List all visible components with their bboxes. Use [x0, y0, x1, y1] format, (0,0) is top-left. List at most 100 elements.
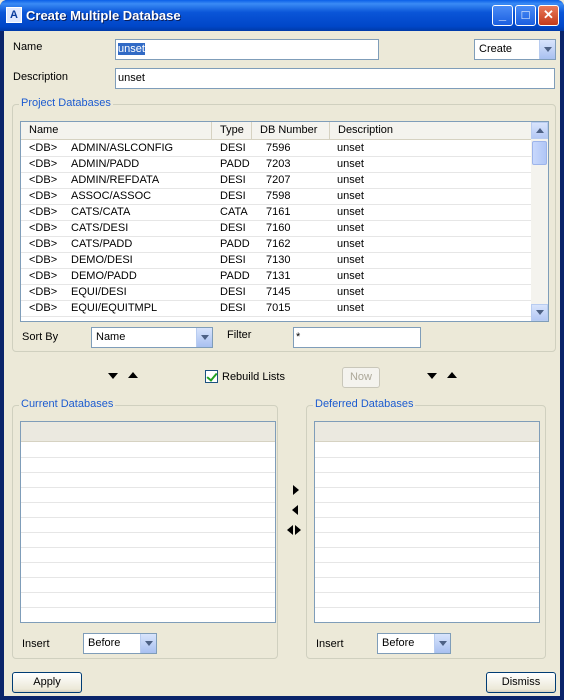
- minimize-button[interactable]: _: [492, 5, 513, 26]
- cell-name: DEMO/PADD: [71, 270, 137, 282]
- list-row: [315, 593, 539, 608]
- table-row[interactable]: <DB> CATS/DESI DESI 7160 unset: [21, 221, 532, 237]
- list-row: [21, 473, 275, 488]
- dialog-body: Name unset Create Description unset Proj…: [4, 31, 560, 696]
- project-databases-table[interactable]: Name Type DB Number Description <DB> ADMI…: [20, 121, 549, 322]
- cell-description: unset: [337, 158, 364, 170]
- cell-db-number: 7207: [266, 174, 291, 186]
- chevron-down-icon[interactable]: [140, 634, 156, 653]
- cell-name: CATS/PADD: [71, 238, 133, 250]
- deferred-databases-list[interactable]: [314, 421, 540, 623]
- current-databases-list[interactable]: [20, 421, 276, 623]
- project-databases-group: Project Databases Name Type DB Number De…: [12, 97, 556, 352]
- current-databases-group: Current Databases Insert Before: [12, 398, 278, 659]
- table-row[interactable]: <DB> EQUI/DESI DESI 7145 unset: [21, 285, 532, 301]
- move-down-icon[interactable]: [427, 373, 437, 379]
- cell-db-number: 7015: [266, 302, 291, 314]
- cell-db-number: 7145: [266, 286, 291, 298]
- cell-type: CATA: [220, 206, 248, 218]
- swap-left-icon[interactable]: [287, 525, 293, 535]
- name-field[interactable]: unset: [115, 39, 379, 60]
- dismiss-button[interactable]: Dismiss: [486, 672, 556, 693]
- table-row[interactable]: <DB> ADMIN/PADD PADD 7203 unset: [21, 157, 532, 173]
- scroll-up-button[interactable]: [531, 122, 548, 139]
- table-row[interactable]: <DB> CATS/CATA CATA 7161 unset: [21, 205, 532, 221]
- deferred-databases-title: Deferred Databases: [313, 398, 416, 410]
- cell-description: unset: [337, 142, 364, 154]
- list-row: [21, 608, 275, 622]
- deferred-insert-label: Insert: [316, 638, 344, 650]
- mode-value: Create: [479, 43, 513, 55]
- list-row: [21, 578, 275, 593]
- cell-name: DEMO/DESI: [71, 254, 133, 266]
- current-insert-value: Before: [88, 637, 121, 649]
- list-row: [315, 563, 539, 578]
- deferred-insert-select[interactable]: Before: [377, 633, 451, 654]
- list-row: [21, 458, 275, 473]
- column-header-db-number[interactable]: DB Number: [252, 122, 330, 139]
- cell-type: DESI: [220, 302, 246, 314]
- title-bar[interactable]: A Create Multiple Database _ □ ✕: [0, 0, 564, 31]
- sort-by-value: Name: [96, 331, 126, 343]
- cell-name: ADMIN/REFDATA: [71, 174, 160, 186]
- column-header-description[interactable]: Description: [330, 122, 532, 139]
- column-header-name[interactable]: Name: [21, 122, 212, 139]
- list-row: [315, 488, 539, 503]
- chevron-down-icon[interactable]: [434, 634, 450, 653]
- deferred-insert-value: Before: [382, 637, 415, 649]
- description-label: Description: [13, 71, 69, 83]
- now-button[interactable]: Now: [342, 367, 380, 388]
- move-up-icon[interactable]: [128, 372, 138, 378]
- list-row: [21, 443, 275, 458]
- description-field[interactable]: unset: [115, 68, 555, 89]
- move-up-icon[interactable]: [447, 372, 457, 378]
- list-row: [21, 503, 275, 518]
- cell-name: CATS/DESI: [71, 222, 129, 234]
- table-row[interactable]: <DB> ASSOC/ASSOC DESI 7598 unset: [21, 189, 532, 205]
- maximize-button[interactable]: □: [515, 5, 536, 26]
- cell-prefix: <DB>: [29, 206, 58, 218]
- move-to-deferred-icon[interactable]: [293, 485, 299, 495]
- table-row[interactable]: <DB> DEMO/DESI DESI 7130 unset: [21, 253, 532, 269]
- cell-type: PADD: [220, 238, 250, 250]
- list-row: [21, 548, 275, 563]
- swap-right-icon[interactable]: [295, 525, 301, 535]
- scroll-down-button[interactable]: [531, 304, 548, 321]
- sort-by-label: Sort By: [22, 331, 59, 343]
- cell-type: DESI: [220, 142, 246, 154]
- cell-type: DESI: [220, 174, 246, 186]
- table-row[interactable]: <DB> EQUI/EQUITMPL DESI 7015 unset: [21, 301, 532, 317]
- table-row[interactable]: <DB> CATS/PADD PADD 7162 unset: [21, 237, 532, 253]
- close-button[interactable]: ✕: [538, 5, 559, 26]
- move-down-icon[interactable]: [108, 373, 118, 379]
- filter-field[interactable]: *: [293, 327, 421, 348]
- current-insert-select[interactable]: Before: [83, 633, 157, 654]
- list-row: [21, 563, 275, 578]
- column-header-type[interactable]: Type: [212, 122, 252, 139]
- rebuild-lists-checkbox[interactable]: [205, 370, 218, 383]
- chevron-down-icon[interactable]: [539, 40, 555, 59]
- chevron-down-icon[interactable]: [196, 328, 212, 347]
- move-to-current-icon[interactable]: [292, 505, 298, 515]
- cell-description: unset: [337, 222, 364, 234]
- list-row: [315, 548, 539, 563]
- scroll-thumb[interactable]: [532, 141, 547, 165]
- vertical-scrollbar[interactable]: [531, 122, 548, 321]
- cell-description: unset: [337, 254, 364, 266]
- table-row[interactable]: <DB> ADMIN/REFDATA DESI 7207 unset: [21, 173, 532, 189]
- cell-db-number: 7160: [266, 222, 291, 234]
- cell-prefix: <DB>: [29, 158, 58, 170]
- cell-prefix: <DB>: [29, 142, 58, 154]
- cell-type: DESI: [220, 254, 246, 266]
- mode-select[interactable]: Create: [474, 39, 556, 60]
- table-row[interactable]: <DB> ADMIN/ASLCONFIG DESI 7596 unset: [21, 141, 532, 157]
- apply-button[interactable]: Apply: [12, 672, 82, 693]
- list-row: [315, 473, 539, 488]
- table-row[interactable]: <DB> DEMO/PADD PADD 7131 unset: [21, 269, 532, 285]
- cell-prefix: <DB>: [29, 174, 58, 186]
- name-value: unset: [118, 43, 145, 55]
- cell-prefix: <DB>: [29, 238, 58, 250]
- table-header: Name Type DB Number Description: [21, 122, 532, 140]
- cell-type: DESI: [220, 222, 246, 234]
- sort-by-select[interactable]: Name: [91, 327, 213, 348]
